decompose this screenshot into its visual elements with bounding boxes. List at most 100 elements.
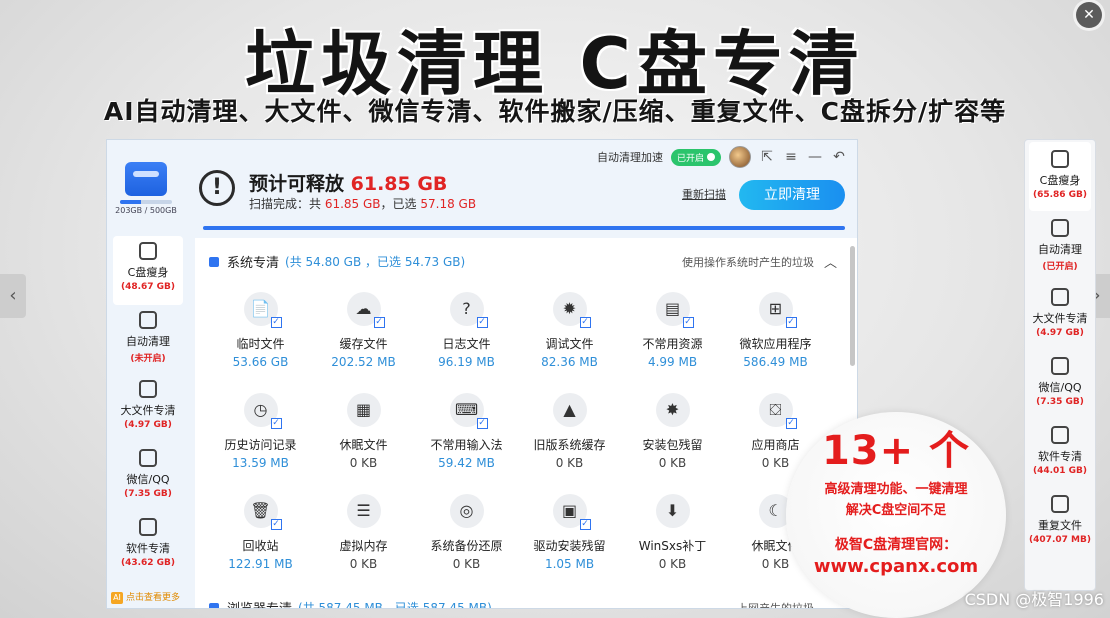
sidebar-item-label: 自动清理 <box>126 335 170 348</box>
see-more-link[interactable]: AI 点击查看更多 <box>107 590 180 604</box>
rescan-link[interactable]: 重新扫描 <box>682 186 726 202</box>
clean-item-name: 缓存文件 <box>339 337 388 351</box>
right-item-duplicate[interactable]: 重复文件 (407.07 MB) <box>1025 487 1095 556</box>
apps-icon <box>1051 426 1069 444</box>
clean-item[interactable]: 📄 ✓ 临时文件 53.66 GB <box>209 292 312 392</box>
item-checkbox[interactable]: ✓ <box>579 317 591 328</box>
release-title: 预计可释放 61.85 GB <box>249 169 447 196</box>
clean-item-icon: ▣ ✓ <box>552 494 591 530</box>
right-item-large-files[interactable]: 大文件专清 (4.97 GB) <box>1025 280 1095 349</box>
item-checkbox[interactable]: ✓ <box>270 519 282 530</box>
folder-icon <box>139 380 157 398</box>
share-icon[interactable]: ⇱ <box>759 149 775 165</box>
section-browser-header[interactable]: 浏览器专清 (共 587.45 MB，已选 587.45 MB) 上网产生的垃圾… <box>209 598 837 608</box>
item-checkbox[interactable]: ✓ <box>373 317 385 328</box>
clean-item-size: 4.99 MB <box>647 355 698 369</box>
item-checkbox[interactable]: ✓ <box>579 519 591 530</box>
clean-item[interactable]: ⬇ WinSxs补丁 0 KB <box>621 494 724 594</box>
clean-item[interactable]: ☁ ✓ 缓存文件 202.52 MB <box>312 292 415 392</box>
chevron-up-icon[interactable]: ︿ <box>824 252 837 271</box>
toggle-label: 已开启 <box>676 153 704 164</box>
item-checkbox[interactable]: ✓ <box>682 317 694 328</box>
clean-item-name: 历史访问记录 <box>224 438 297 452</box>
item-checkbox[interactable]: ✓ <box>270 418 282 429</box>
disk-icon <box>1051 150 1069 168</box>
scrollbar[interactable] <box>850 246 855 366</box>
disk-icon <box>125 162 167 196</box>
clean-item[interactable]: ✸ 安装包残留 0 KB <box>621 393 724 493</box>
sidebar-item-software[interactable]: 软件专清 (43.62 GB) <box>107 512 189 581</box>
right-item-wechat-qq[interactable]: 微信/QQ (7.35 GB) <box>1025 349 1095 418</box>
clean-item-icon: ✹ ✓ <box>552 292 591 328</box>
clean-now-button[interactable]: 立即清理 <box>739 180 845 210</box>
right-panel: C盘瘦身 (65.86 GB) 自动清理 (已开启) 大文件专清 (4.97 G… <box>1024 139 1096 591</box>
clean-item-name: 临时文件 <box>236 337 285 351</box>
clean-item[interactable]: ☰ 虚拟内存 0 KB <box>312 494 415 594</box>
disk-usage-text: 203GB / 500GB <box>115 206 177 215</box>
clean-item[interactable]: ▤ ✓ 不常用资源 4.99 MB <box>621 292 724 392</box>
clean-item-size: 202.52 MB <box>331 355 396 369</box>
clean-item[interactable]: ▣ ✓ 驱动安装残留 1.05 MB <box>518 494 621 594</box>
clean-item-name: 微软应用程序 <box>739 337 812 351</box>
section-title: 系统专清 <box>227 256 280 271</box>
clean-item[interactable]: ⌨ ✓ 不常用输入法 59.42 MB <box>415 393 518 493</box>
clean-item-name: WinSxs补丁 <box>638 539 707 553</box>
back-icon[interactable]: ↶ <box>831 149 847 165</box>
right-item-c-slim[interactable]: C盘瘦身 (65.86 GB) <box>1029 142 1091 211</box>
clean-item-size: 96.19 MB <box>438 355 495 369</box>
scan-progress-bar <box>203 226 845 230</box>
right-item-label: 自动清理 <box>1038 243 1082 256</box>
auto-clean-toggle[interactable]: 已开启 <box>670 148 721 166</box>
clean-item[interactable]: ✹ ✓ 调试文件 82.36 MB <box>518 292 621 392</box>
sidebar: C盘瘦身 (48.67 GB) 自动清理 (未开启) 大文件专清 (4.97 G… <box>107 236 189 608</box>
section-checkbox[interactable] <box>209 602 219 608</box>
promo-url[interactable]: www.cpanx.com <box>786 556 1006 577</box>
folder-icon <box>1051 288 1069 306</box>
clean-item[interactable]: ▲ 旧版系统缓存 0 KB <box>518 393 621 493</box>
clean-item-name: 驱动安装残留 <box>533 539 606 553</box>
clean-item[interactable]: ▦ 休眠文件 0 KB <box>312 393 415 493</box>
clean-item-size: 1.05 MB <box>544 557 595 571</box>
clean-item[interactable]: ⊞ ✓ 微软应用程序 586.49 MB <box>724 292 827 392</box>
item-checkbox[interactable]: ✓ <box>270 317 282 328</box>
minimize-icon[interactable]: — <box>807 149 823 165</box>
prev-arrow-icon[interactable]: ‹ <box>0 274 26 318</box>
avatar[interactable] <box>729 146 751 168</box>
clean-item-name: 回收站 <box>242 539 279 553</box>
section-checkbox[interactable] <box>209 256 219 267</box>
right-item-label: 大文件专清 <box>1032 312 1088 325</box>
clean-item-name: 调试文件 <box>545 337 594 351</box>
clean-item[interactable]: ◎ 系统备份还原 0 KB <box>415 494 518 594</box>
clean-item-icon: ◎ <box>449 494 484 528</box>
clean-item[interactable]: ? ✓ 日志文件 96.19 MB <box>415 292 518 392</box>
clean-item-name: 日志文件 <box>442 337 491 351</box>
broom-icon <box>139 311 157 329</box>
section-summary: (共 54.80 GB ，已选 54.73 GB) <box>285 255 466 269</box>
item-checkbox[interactable]: ✓ <box>785 317 797 328</box>
right-item-auto-clean[interactable]: 自动清理 (已开启) <box>1025 211 1095 280</box>
section-desc: 使用操作系统时产生的垃圾 <box>681 255 814 269</box>
clean-item-size: 0 KB <box>349 456 378 470</box>
scan-summary: 扫描完成：共 61.85 GB，已选 57.18 GB <box>249 195 476 212</box>
promo-count: 13+ 个 <box>821 428 971 474</box>
clean-item-icon: ✸ <box>655 393 690 427</box>
section-system-header[interactable]: 系统专清 (共 54.80 GB ，已选 54.73 GB) 使用操作系统时产生… <box>209 252 837 271</box>
sidebar-item-wechat-qq[interactable]: 微信/QQ (7.35 GB) <box>107 443 189 512</box>
apps-icon <box>139 518 157 536</box>
clean-item[interactable]: 🗑 ✓ 回收站 122.91 MB <box>209 494 312 594</box>
sidebar-item-c-slim[interactable]: C盘瘦身 (48.67 GB) <box>113 236 183 305</box>
promo-line-1: 高级清理功能、一键清理 <box>824 482 968 497</box>
right-item-software[interactable]: 软件专清 (44.01 GB) <box>1025 418 1095 487</box>
close-icon[interactable]: ✕ <box>1076 2 1102 28</box>
sidebar-item-auto-clean[interactable]: 自动清理 (未开启) <box>107 305 189 374</box>
right-item-size: (44.01 GB) <box>1032 466 1088 476</box>
right-item-size: (4.97 GB) <box>1036 328 1084 338</box>
clean-item-icon: ▲ <box>552 393 587 427</box>
item-checkbox[interactable]: ✓ <box>476 317 488 328</box>
sidebar-item-large-files[interactable]: 大文件专清 (4.97 GB) <box>107 374 189 443</box>
clean-item[interactable]: ◷ ✓ 历史访问记录 13.59 MB <box>209 393 312 493</box>
watermark: CSDN @极智1996 <box>964 590 1104 609</box>
menu-icon[interactable]: ≡ <box>783 149 799 165</box>
item-checkbox[interactable]: ✓ <box>476 418 488 429</box>
alert-icon: ! <box>199 170 235 206</box>
